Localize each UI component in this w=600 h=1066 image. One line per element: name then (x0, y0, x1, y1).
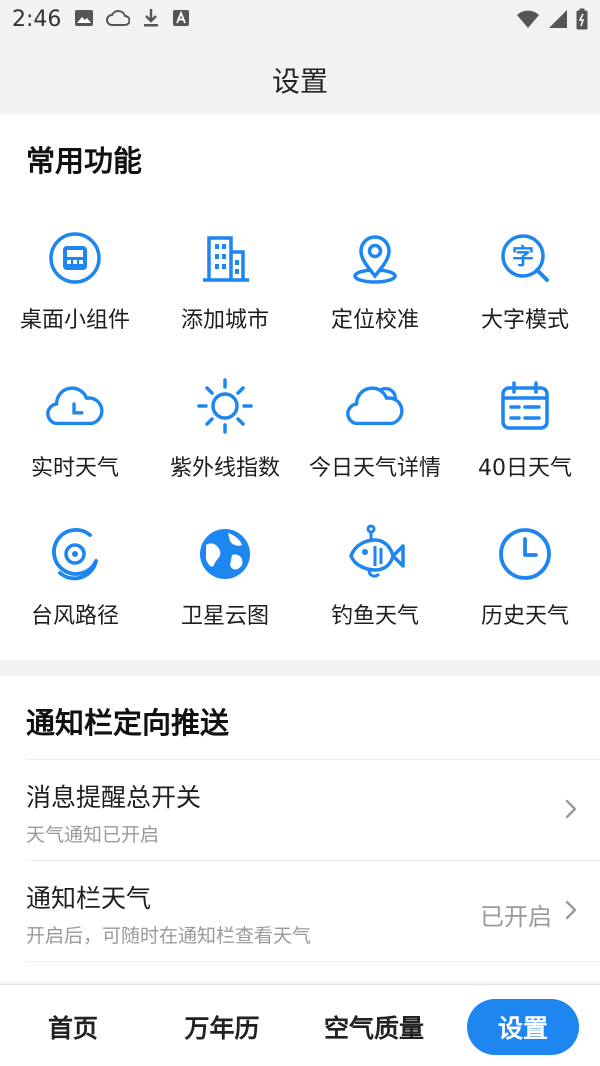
row-message-reminder-switch[interactable]: 消息提醒总开关 天气通知已开启 (0, 760, 600, 860)
widget-icon (45, 228, 105, 288)
status-system-icons (516, 8, 588, 34)
function-satellite-cloud-map[interactable]: 卫星云图 (150, 506, 300, 654)
function-large-text-mode[interactable]: 字 大字模式 (450, 210, 600, 358)
chevron-right-icon (564, 798, 578, 824)
function-label: 实时天气 (30, 456, 119, 481)
large-text-icon: 字 (495, 228, 555, 288)
cloud-icon (345, 376, 405, 436)
function-today-weather-details[interactable]: 今日天气详情 (300, 358, 450, 506)
status-bar: 2:46 (0, 0, 600, 40)
function-label: 40日天气 (478, 456, 572, 481)
row-title: 通知栏天气 (26, 884, 152, 913)
page-header: 设置 (0, 40, 600, 114)
function-add-city[interactable]: 添加城市 (150, 210, 300, 358)
row-status-value: 已开启 (480, 903, 552, 931)
cell-signal-icon (548, 9, 568, 33)
function-typhoon-path[interactable]: 台风路径 (0, 506, 150, 654)
section-title-notification-push: 通知栏定向推送 (26, 706, 230, 740)
cloud-clock-icon (45, 376, 105, 436)
function-label: 定位校准 (330, 308, 419, 333)
download-icon (142, 8, 160, 32)
status-notification-icons (74, 8, 190, 32)
page-title: 设置 (271, 65, 328, 98)
typhoon-icon (45, 524, 105, 584)
chevron-right-icon (564, 899, 578, 925)
functions-grid: 桌面小组件 添加城市 定位校准 字 大字模式 实时天气 紫外线指数 今日天气详情… (0, 210, 600, 654)
function-historical-weather[interactable]: 历史天气 (450, 506, 600, 654)
svg-text:字: 字 (512, 244, 534, 270)
calendar-icon (495, 376, 555, 436)
function-label: 桌面小组件 (19, 308, 130, 333)
row-notification-bar-weather[interactable]: 通知栏天气 开启后，可随时在通知栏查看天气 已开启 (0, 861, 600, 961)
function-label: 钓鱼天气 (330, 604, 419, 629)
bottom-tab-bar: 首页 万年历 空气质量 设置 (0, 984, 600, 1066)
tab-home[interactable]: 首页 (0, 999, 146, 1055)
function-label: 历史天气 (480, 604, 569, 629)
status-time: 2:46 (12, 7, 62, 32)
function-uv-index[interactable]: 紫外线指数 (150, 358, 300, 506)
function-fishing-weather[interactable]: 钓鱼天气 (300, 506, 450, 654)
cloud-status-icon (106, 9, 131, 31)
function-location-calibration[interactable]: 定位校准 (300, 210, 450, 358)
common-functions-card: 常用功能 桌面小组件 添加城市 定位校准 字 大字模式 实时天气 紫外线指数 今… (0, 114, 600, 660)
row-subtitle: 天气通知已开启 (26, 824, 160, 846)
function-label: 添加城市 (180, 308, 269, 333)
function-label: 大字模式 (480, 308, 569, 333)
wifi-icon (516, 9, 540, 33)
function-40-day-weather[interactable]: 40日天气 (450, 358, 600, 506)
building-icon (195, 228, 255, 288)
notification-push-card: 通知栏定向推送 消息提醒总开关 天气通知已开启 通知栏天气 开启后，可随时在通知… (0, 676, 600, 982)
location-pin-icon (345, 228, 405, 288)
battery-icon (576, 8, 588, 34)
tab-settings[interactable]: 设置 (467, 999, 579, 1055)
fish-icon (345, 524, 405, 584)
image-icon (74, 9, 94, 31)
row-subtitle: 开启后，可随时在通知栏查看天气 (26, 925, 312, 947)
divider (26, 961, 600, 962)
function-label: 卫星云图 (180, 604, 269, 629)
app-a-icon (172, 9, 190, 31)
sun-icon (195, 376, 255, 436)
function-realtime-weather[interactable]: 实时天气 (0, 358, 150, 506)
section-title-common-functions: 常用功能 (26, 144, 143, 178)
globe-icon (195, 524, 255, 584)
row-title: 消息提醒总开关 (26, 783, 202, 812)
function-label: 台风路径 (30, 604, 119, 629)
function-desktop-widget[interactable]: 桌面小组件 (0, 210, 150, 358)
function-label: 今日天气详情 (308, 456, 441, 481)
tab-calendar[interactable]: 万年历 (146, 999, 298, 1055)
function-label: 紫外线指数 (169, 456, 280, 481)
history-clock-icon (495, 524, 555, 584)
tab-air-quality[interactable]: 空气质量 (298, 999, 450, 1055)
